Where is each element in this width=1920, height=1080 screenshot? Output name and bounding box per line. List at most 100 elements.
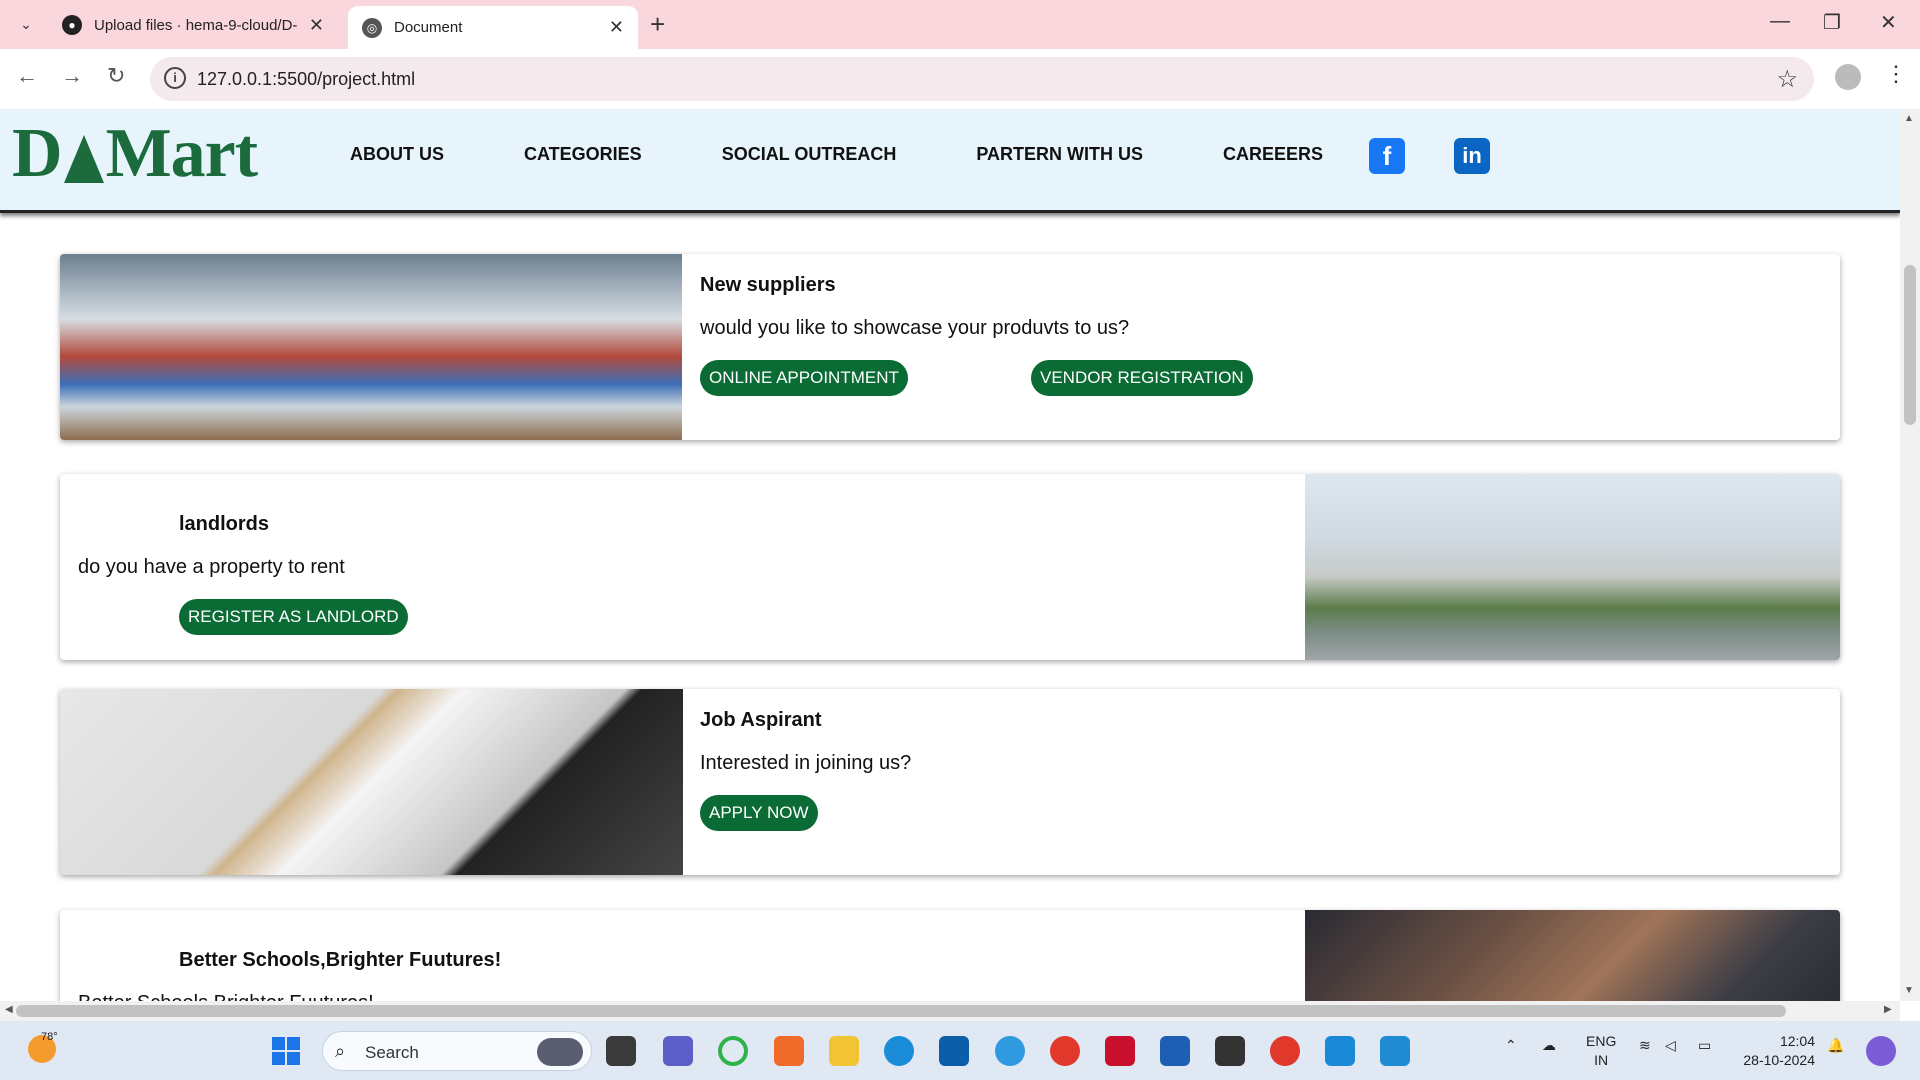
logo-letter-d: D [12,115,63,192]
facebook-icon[interactable]: f [1369,138,1405,174]
scroll-thumb[interactable] [16,1005,1786,1017]
joined-hands-image [1305,910,1840,1001]
forward-icon[interactable]: → [61,63,83,89]
close-icon[interactable]: ✕ [609,17,624,38]
restore-icon[interactable]: ❐ [1823,10,1841,35]
lang-line: ENG [1586,1033,1617,1049]
windows-taskbar: 78° ⌕ Search ⌃ ☁ ENG IN ≋ ◁ ▭ 12:04 28-1… [0,1021,1920,1080]
apply-now-button[interactable]: APPLY NOW [700,795,818,831]
scroll-thumb[interactable] [1904,265,1916,425]
store-interior-image [60,254,682,440]
nav-about-us[interactable]: ABOUT US [350,144,444,165]
mcafee-icon[interactable] [1105,1036,1135,1066]
taskbar-search[interactable]: ⌕ Search [322,1031,592,1071]
site-info-icon[interactable]: i [164,67,186,89]
system-clock[interactable]: 12:04 28-10-2024 [1733,1032,1815,1070]
browser-toolbar: ← → ↻ i 127.0.0.1:5500/project.html ☆ ⋮ [0,49,1920,109]
search-highlight-icon [537,1038,583,1066]
address-bar[interactable]: i 127.0.0.1:5500/project.html ☆ [150,57,1814,101]
tray-overflow-icon[interactable]: ⌃ [1505,1037,1517,1054]
scroll-up-icon[interactable]: ▲ [1904,113,1914,124]
battery-icon[interactable]: ▭ [1698,1037,1711,1054]
onedrive-icon[interactable]: ☁ [1542,1037,1556,1054]
close-window-icon[interactable]: ✕ [1880,10,1897,35]
minimize-icon[interactable]: — [1770,10,1790,33]
scroll-down-icon[interactable]: ▼ [1904,985,1914,996]
copilot-icon[interactable] [1866,1036,1896,1066]
edge-icon[interactable] [884,1036,914,1066]
start-tile [287,1052,300,1065]
start-button[interactable] [272,1037,300,1065]
nav-partner-with-us[interactable]: PARTERN WITH US [976,144,1143,165]
card-better-schools: Better Schools,Brighter Fuutures! Better… [60,910,1840,1001]
register-landlord-button[interactable]: REGISTER AS LANDLORD [179,599,408,635]
scroll-right-icon[interactable]: ▶ [1884,1004,1892,1015]
site-header: D Mart ABOUT US CATEGORIES SOCIAL OUTREAC… [0,109,1900,213]
new-tab-button[interactable]: + [650,10,665,38]
clock-time: 12:04 [1779,1033,1815,1049]
language-indicator[interactable]: ENG IN [1586,1032,1616,1070]
snipping-tool-icon[interactable] [774,1036,804,1066]
card-job-aspirant: Job Aspirant Interested in joining us? A… [60,689,1840,875]
globe-icon: ◎ [362,17,382,38]
browser-tab-bar: ⌄ ● Upload files · hema-9-cloud/D- ✕ ◎ D… [0,0,1920,49]
resume-desk-image [60,689,683,875]
nav-categories[interactable]: CATEGORIES [524,144,642,165]
card-description: would you like to showcase your produvts… [700,317,1130,339]
teams-icon[interactable] [663,1036,693,1066]
tab-title: Document [394,19,463,36]
bookmark-star-icon[interactable]: ☆ [1776,65,1798,94]
weather-temperature: 78° [41,1031,58,1043]
chrome-profile-icon[interactable] [1270,1036,1300,1066]
notification-bell-icon[interactable]: 🔔 [1827,1037,1844,1054]
clock-date: 28-10-2024 [1743,1052,1815,1068]
scroll-left-icon[interactable]: ◀ [5,1004,13,1015]
card-description: Interested in joining us? [700,752,912,774]
search-icon: ⌕ [335,1041,346,1061]
card-description: do you have a property to rent [78,556,345,578]
logo-text-mart: Mart [105,115,258,192]
start-tile [287,1037,300,1050]
card-heading: New suppliers [700,274,836,296]
page-viewport: D Mart ABOUT US CATEGORIES SOCIAL OUTREAC… [0,109,1900,1001]
nav-careers[interactable]: CAREEERS [1223,144,1323,165]
tab-github[interactable]: ● Upload files · hema-9-cloud/D- ✕ [48,6,338,44]
search-label: Search [365,1043,419,1062]
chrome-icon[interactable] [1050,1036,1080,1066]
card-description: Better Schools,Brighter Fuutures! [78,992,374,1001]
tab-document[interactable]: ◎ Document ✕ [348,6,638,49]
copilot-ring-icon[interactable] [718,1036,748,1066]
close-icon[interactable]: ✕ [309,15,324,36]
myhp-icon[interactable] [939,1036,969,1066]
vscode-icon[interactable] [1380,1036,1410,1066]
microsoft-store-icon[interactable] [1160,1036,1190,1066]
photos-icon[interactable] [1325,1036,1355,1066]
lang-line: IN [1594,1052,1609,1068]
back-icon[interactable]: ← [16,63,38,89]
main-nav: ABOUT US CATEGORIES SOCIAL OUTREACH PART… [350,144,1403,165]
volume-icon[interactable]: ◁ [1665,1037,1676,1054]
task-view-icon[interactable] [606,1036,636,1066]
horizontal-scrollbar[interactable]: ◀ ▶ [0,1001,1900,1021]
card-heading: Better Schools,Brighter Fuutures! [179,949,502,971]
file-explorer-icon[interactable] [829,1036,859,1066]
vendor-registration-button[interactable]: VENDOR REGISTRATION [1031,360,1253,396]
linkedin-icon[interactable]: in [1454,138,1490,174]
terminal-icon[interactable] [1215,1036,1245,1066]
help-icon[interactable] [995,1036,1025,1066]
reload-icon[interactable]: ↻ [107,63,125,89]
card-landlords: landlords do you have a property to rent… [60,474,1840,660]
menu-kebab-icon[interactable]: ⋮ [1885,61,1907,87]
url-text[interactable]: 127.0.0.1:5500/project.html [197,69,415,90]
online-appointment-button[interactable]: ONLINE APPOINTMENT [700,360,908,396]
tab-title: Upload files · hema-9-cloud/D- [94,16,298,34]
start-tile [272,1052,285,1065]
vertical-scrollbar[interactable]: ▲ ▼ [1900,109,1920,1001]
tab-search-button[interactable]: ⌄ [12,10,40,38]
profile-avatar[interactable] [1835,64,1861,90]
dmart-logo[interactable]: D Mart [12,115,258,192]
card-new-suppliers: New suppliers would you like to showcase… [60,254,1840,440]
nav-social-outreach[interactable]: SOCIAL OUTREACH [722,144,897,165]
card-heading: Job Aspirant [700,709,822,731]
wifi-icon[interactable]: ≋ [1639,1037,1651,1054]
